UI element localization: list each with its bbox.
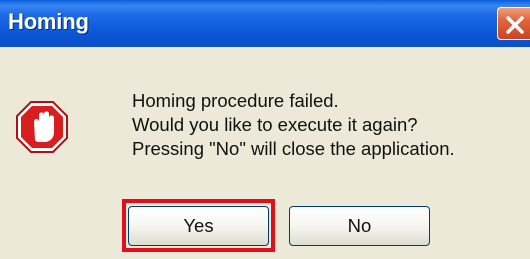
dialog-content: Homing procedure failed. Would you like … (0, 47, 530, 259)
close-icon (506, 16, 524, 34)
homing-dialog: Homing Homing procedure failed. Would yo… (0, 0, 530, 259)
title-bar[interactable]: Homing (0, 0, 530, 47)
message-line: Would you like to execute it again? (132, 114, 418, 135)
message-line: Pressing "No" will close the application… (132, 138, 455, 159)
stop-hand-icon (16, 101, 68, 153)
close-button[interactable] (497, 7, 530, 40)
dialog-title: Homing (8, 9, 89, 34)
no-button[interactable]: No (289, 206, 430, 246)
yes-button[interactable]: Yes (128, 206, 269, 246)
message-text: Homing procedure failed. Would you like … (132, 89, 455, 161)
message-line: Homing procedure failed. (132, 90, 339, 111)
